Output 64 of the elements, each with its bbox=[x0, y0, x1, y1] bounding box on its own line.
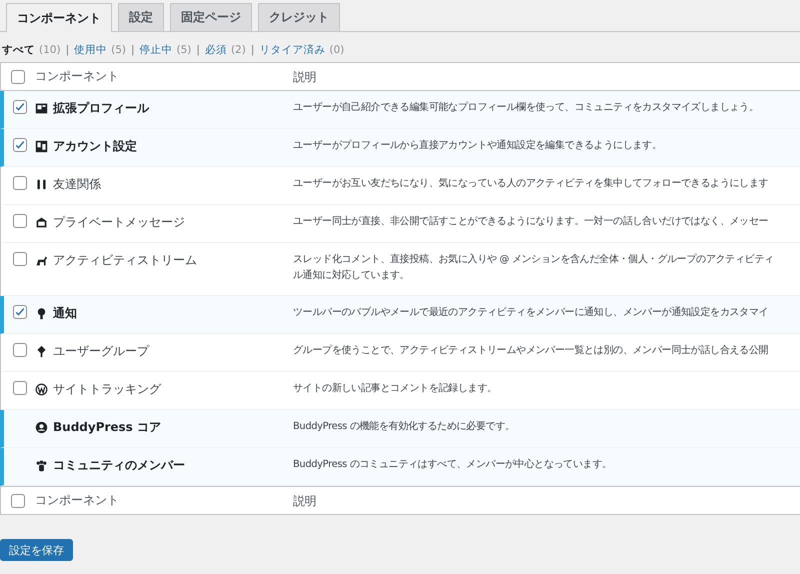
component-description: ル通知に対応しています。 bbox=[293, 268, 410, 283]
component-name: 拡張プロフィール bbox=[53, 100, 149, 117]
component-icon bbox=[35, 178, 48, 191]
checkbox[interactable] bbox=[12, 176, 26, 190]
tab[interactable]: 設定 bbox=[118, 3, 164, 31]
component-icon bbox=[35, 254, 48, 267]
checkbox[interactable] bbox=[12, 138, 26, 152]
column-header: 説明 bbox=[293, 68, 316, 84]
component-description: ユーザーがプロフィールから直接アカウントや通知設定を編集できるようにします。 bbox=[293, 138, 662, 153]
checkbox[interactable] bbox=[12, 305, 26, 319]
component-name: 通知 bbox=[53, 305, 77, 322]
component-icon bbox=[35, 307, 48, 320]
component-icon bbox=[35, 216, 48, 229]
tab[interactable]: クレジット bbox=[258, 3, 340, 31]
separator: | bbox=[66, 44, 70, 56]
checkbox[interactable] bbox=[12, 214, 26, 228]
component-description: ユーザー同士が直接、非公開で話すことができるようになります。一対一の話し合いだけではなく、メッセー bbox=[293, 214, 768, 229]
component-name: アカウント設定 bbox=[53, 138, 137, 155]
filter-link[interactable]: リタイア済み bbox=[259, 43, 326, 57]
column-header: 説明 bbox=[293, 492, 316, 508]
component-name: 友達関係 bbox=[53, 176, 101, 193]
component-icon bbox=[35, 459, 48, 472]
component-description: ツールバーのバブルやメールで最近のアクティビティをメンバーに通知し、メンバーが通知設定をカスタマイ bbox=[293, 306, 768, 320]
component-name: アクティビティストリーム bbox=[53, 252, 197, 269]
tab[interactable]: 固定ページ bbox=[170, 3, 252, 31]
checkbox[interactable] bbox=[11, 70, 25, 84]
component-icon bbox=[35, 102, 48, 115]
column-header: コンポーネント bbox=[35, 492, 119, 509]
checkbox[interactable] bbox=[12, 381, 26, 395]
component-name: プライベートメッセージ bbox=[53, 214, 185, 231]
filter-link[interactable]: 必須 bbox=[204, 43, 227, 57]
count: (5) bbox=[176, 44, 192, 56]
separator: | bbox=[196, 44, 200, 56]
component-icon bbox=[35, 140, 48, 153]
component-description: ユーザーがお互い友だちになり、気になっている人のアクティビティを集中してフォローできるようにします bbox=[293, 176, 768, 191]
component-description: サイトの新しい記事とコメントを記録します。 bbox=[293, 382, 497, 396]
component-description: BuddyPress の機能を有効化するために必要です。 bbox=[293, 420, 515, 434]
component-name: コミュニティのメンバー bbox=[53, 457, 185, 474]
count: (5) bbox=[111, 44, 126, 56]
filter-link[interactable]: 停止中 bbox=[140, 43, 173, 57]
count: (10) bbox=[39, 44, 61, 56]
checkbox[interactable] bbox=[12, 252, 26, 266]
component-name: BuddyPress コア bbox=[53, 419, 162, 436]
count: (0) bbox=[329, 44, 344, 56]
checkbox[interactable] bbox=[12, 343, 26, 357]
filter-link[interactable]: すべて bbox=[2, 43, 35, 57]
component-description: グループを使うことで、アクティビティストリームやメンバー一覧とは別の、メンバー同士が話し合える公開 bbox=[293, 344, 768, 358]
separator: | bbox=[250, 44, 254, 56]
column-header: コンポーネント bbox=[35, 68, 119, 85]
checkbox[interactable] bbox=[12, 100, 26, 114]
separator: | bbox=[130, 44, 135, 56]
filter-link[interactable]: 使用中 bbox=[74, 43, 108, 57]
count: (2) bbox=[230, 44, 246, 56]
component-description: ユーザーが自己紹介できる編集可能なプロフィール欄を使って、コミュニティをカスタマイズしましょう。 bbox=[293, 100, 759, 115]
component-description: BuddyPress のコミュニティはすべて、メンバーが中心となっています。 bbox=[293, 458, 612, 472]
tab[interactable]: コンポーネント bbox=[6, 3, 112, 32]
checkbox[interactable] bbox=[11, 494, 25, 508]
component-name: サイトトラッキング bbox=[53, 381, 161, 398]
component-description: スレッド化コメント、直接投稿、お気に入りや @ メンションを含んだ全体・個人・グループのアクティビティ bbox=[293, 252, 774, 267]
component-icon bbox=[35, 421, 48, 434]
save-button[interactable]: 設定を保存 bbox=[0, 539, 73, 561]
component-icon bbox=[35, 383, 48, 396]
component-name: ユーザーグループ bbox=[53, 343, 149, 360]
component-icon bbox=[35, 345, 48, 358]
